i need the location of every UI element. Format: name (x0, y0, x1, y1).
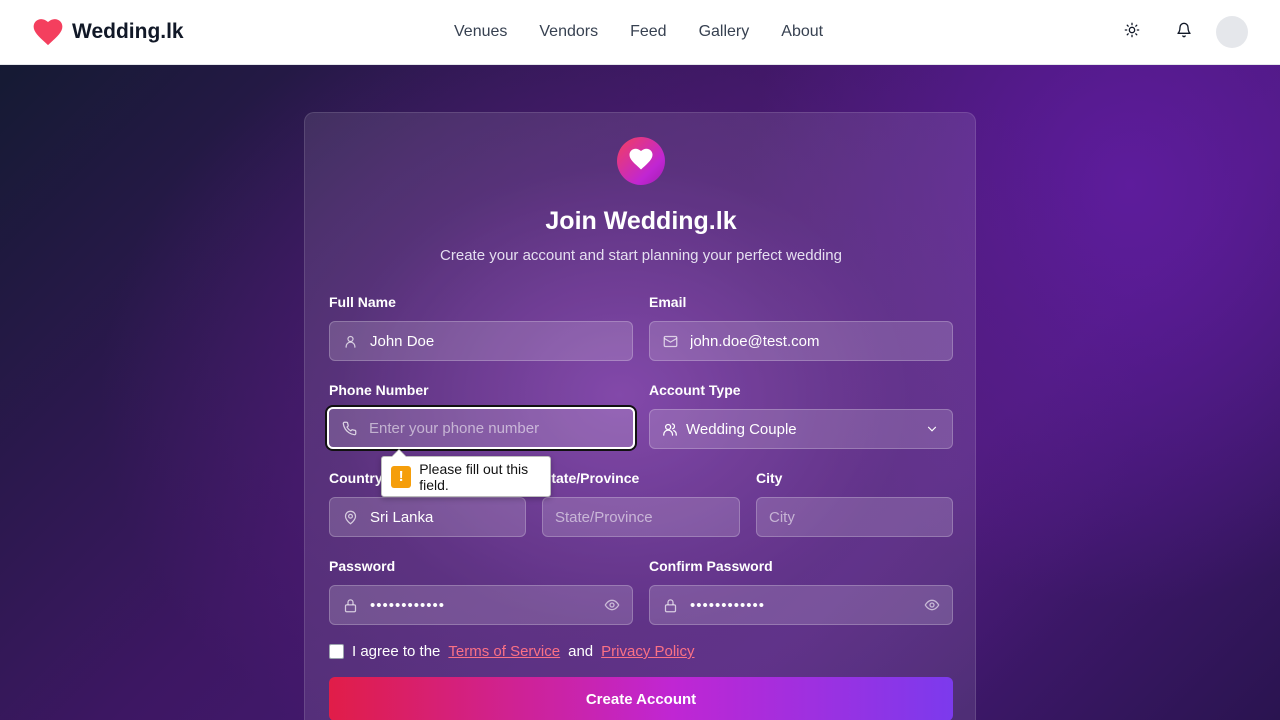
card-logo (617, 137, 665, 185)
city-label: City (756, 470, 783, 486)
terms-checkbox[interactable] (329, 644, 344, 659)
full-name-field[interactable] (329, 321, 633, 361)
state-field[interactable] (542, 497, 740, 537)
nav-vendors[interactable]: Vendors (523, 22, 614, 42)
brand-name: Wedding.lk (72, 20, 184, 43)
confirm-password-label: Confirm Password (649, 558, 773, 574)
email-field[interactable] (649, 321, 953, 361)
password-field[interactable]: •••••••••••• (329, 585, 633, 625)
agree-and: and (568, 643, 594, 660)
nav-venues[interactable]: Venues (438, 22, 523, 42)
theme-toggle-button[interactable] (1116, 16, 1148, 48)
password-value[interactable]: •••••••••••• (358, 597, 604, 614)
users-icon (662, 421, 678, 437)
nav-gallery[interactable]: Gallery (683, 22, 766, 42)
signup-card: Join Wedding.lk Create your account and … (304, 112, 976, 720)
country-label: Country (329, 470, 383, 486)
create-account-button[interactable]: Create Account (329, 677, 953, 720)
state-input[interactable] (543, 498, 739, 536)
user-icon (342, 333, 358, 349)
heart-icon (32, 16, 64, 48)
phone-field[interactable] (327, 407, 635, 449)
country-field[interactable] (329, 497, 526, 537)
confirm-password-value[interactable]: •••••••••••• (678, 597, 924, 614)
confirm-password-field[interactable]: •••••••••••• (649, 585, 953, 625)
nav-about[interactable]: About (765, 22, 839, 42)
chevron-down-icon (924, 421, 940, 437)
top-navbar: Wedding.lk Venues Vendors Feed Gallery A… (0, 0, 1280, 65)
state-label: State/Province (542, 470, 640, 486)
full-name-input[interactable] (358, 322, 632, 360)
bell-icon (1176, 22, 1192, 43)
eye-icon[interactable] (924, 597, 940, 613)
password-label: Password (329, 558, 396, 574)
mail-icon (662, 333, 678, 349)
phone-label: Phone Number (329, 382, 429, 398)
lock-icon (662, 597, 678, 613)
user-avatar[interactable] (1216, 16, 1248, 48)
terms-of-service-link[interactable]: Terms of Service (448, 643, 560, 660)
validation-tooltip: ! Please fill out this field. (381, 449, 551, 497)
phone-icon (341, 420, 357, 436)
nav-feed[interactable]: Feed (614, 22, 682, 42)
agree-prefix: I agree to the (352, 643, 441, 660)
account-type-value: Wedding Couple (686, 420, 797, 438)
city-field[interactable] (756, 497, 953, 537)
account-type-select[interactable]: Wedding Couple (649, 409, 953, 449)
city-input[interactable] (757, 498, 952, 536)
privacy-policy-link[interactable]: Privacy Policy (601, 643, 694, 660)
validation-message: Please fill out this field. (419, 460, 529, 493)
terms-agreement: I agree to the Terms of Service and Priv… (329, 643, 695, 660)
account-type-label: Account Type (649, 382, 741, 398)
page-title: Join Wedding.lk (545, 207, 737, 235)
eye-icon[interactable] (604, 597, 620, 613)
page-subtitle: Create your account and start planning y… (440, 247, 842, 264)
country-input[interactable] (358, 498, 525, 536)
heart-icon (629, 148, 653, 175)
sun-icon (1124, 22, 1140, 43)
phone-input[interactable] (357, 409, 633, 447)
email-input[interactable] (678, 322, 952, 360)
brand-logo-link[interactable]: Wedding.lk (32, 16, 184, 48)
notifications-button[interactable] (1168, 16, 1200, 48)
warning-icon: ! (391, 465, 412, 488)
lock-icon (342, 597, 358, 613)
email-label: Email (649, 294, 687, 310)
main-nav: Venues Vendors Feed Gallery About (438, 22, 839, 42)
full-name-label: Full Name (329, 294, 396, 310)
map-pin-icon (342, 509, 358, 525)
